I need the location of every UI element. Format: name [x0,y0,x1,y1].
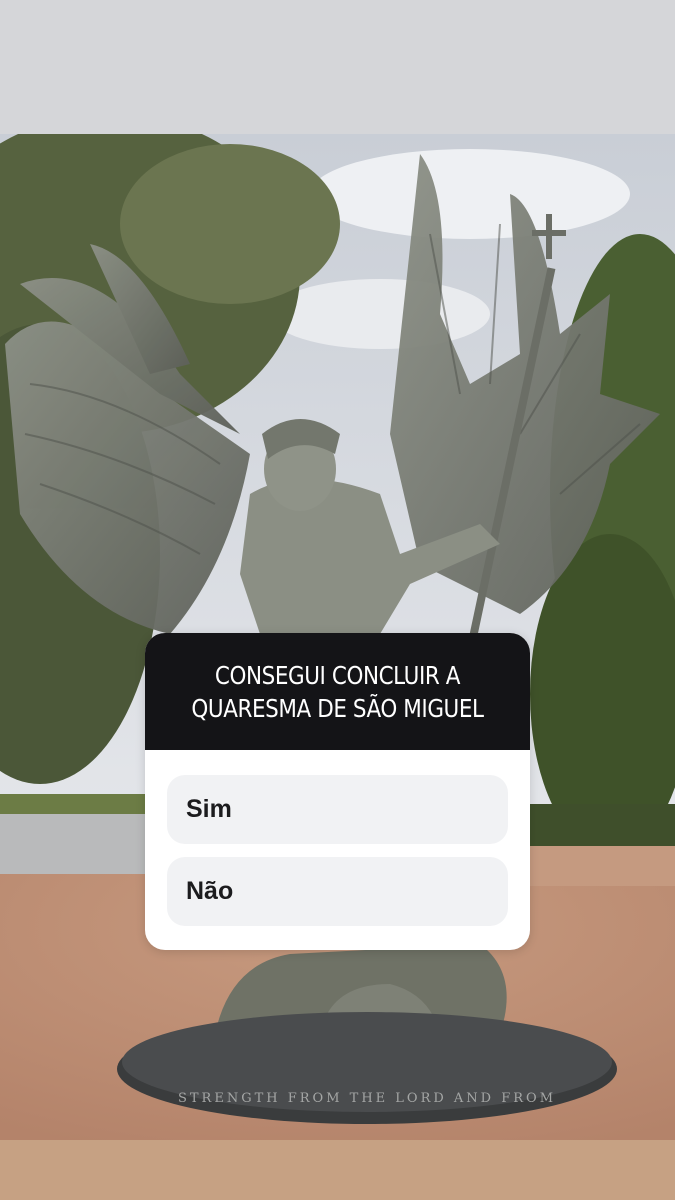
poll-option-nao[interactable]: Não [167,857,508,926]
poll-option-label: Sim [186,795,232,823]
poll-header: CONSEGUI CONCLUIR A QUARESMA DE SÃO MIGU… [145,633,530,750]
top-band [0,0,675,134]
poll-option-sim[interactable]: Sim [167,775,508,844]
poll-question: CONSEGUI CONCLUIR A QUARESMA DE SÃO MIGU… [191,660,484,723]
poll-options: Sim Não [145,750,530,926]
svg-text:STRENGTH FROM THE LORD AND F: STRENGTH FROM THE LORD AND FROM [178,1091,556,1106]
poll-sticker: CONSEGUI CONCLUIR A QUARESMA DE SÃO MIGU… [145,633,530,950]
bottom-band [0,1140,675,1200]
poll-option-label: Não [186,877,234,905]
